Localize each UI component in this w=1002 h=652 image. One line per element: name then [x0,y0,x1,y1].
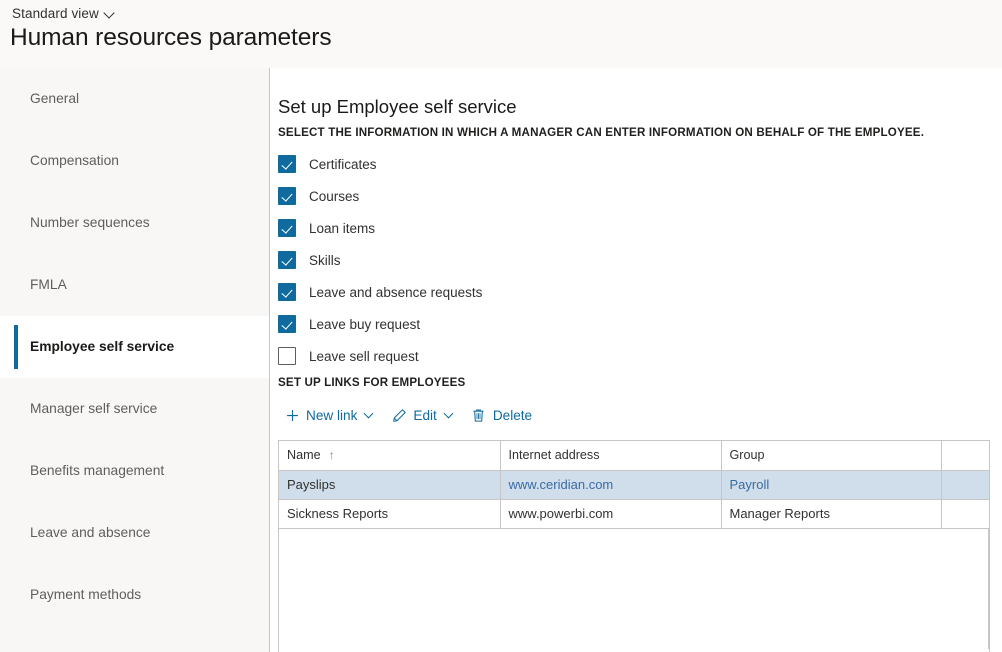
sidebar-item-label: FMLA [30,278,67,292]
checkbox-label: Loan items [309,221,375,236]
cell-internet-address[interactable]: www.powerbi.com [500,499,721,528]
checkbox-label: Leave and absence requests [309,285,482,300]
trash-icon [471,407,487,423]
cell-group[interactable]: Payroll [721,470,941,499]
new-link-button[interactable]: New link [276,403,383,427]
edit-label: Edit [413,408,436,423]
cell-spacer [941,470,989,499]
checkbox-row-leave-sell-request[interactable]: Leave sell request [278,340,778,372]
grid-empty-space [279,529,989,649]
section-title: Set up Employee self service [278,96,517,118]
sidebar-item-compensation[interactable]: Compensation [0,130,269,192]
grid-toolbar: New link Edit [276,400,540,430]
column-header-label: Name [287,448,321,462]
sidebar-item-label: Compensation [30,154,119,168]
sidebar-nav: General Compensation Number sequences FM… [0,68,270,652]
checkbox-list: Certificates Courses Loan items Skills L… [278,148,778,372]
sort-ascending-icon: ↑ [329,449,335,461]
sidebar-item-payment-methods[interactable]: Payment methods [0,564,269,626]
main-panel: Set up Employee self service SELECT THE … [270,68,1002,652]
checkbox-row-leave-and-absence-requests[interactable]: Leave and absence requests [278,276,778,308]
checkbox-row-skills[interactable]: Skills [278,244,778,276]
column-header-spacer [941,441,989,470]
checkbox-row-loan-items[interactable]: Loan items [278,212,778,244]
cell-spacer [941,499,989,528]
sidebar-item-label: Manager self service [30,402,157,416]
checkbox-label: Leave sell request [309,349,419,364]
column-header-name[interactable]: Name ↑ [279,441,500,470]
sidebar-item-label: Leave and absence [30,526,150,540]
content-area: General Compensation Number sequences FM… [0,68,1002,652]
chevron-down-icon [445,410,455,420]
edit-button[interactable]: Edit [383,403,462,427]
sidebar-item-label: Number sequences [30,216,150,230]
sidebar-item-manager-self-service[interactable]: Manager self service [0,378,269,440]
sidebar-item-label: Benefits management [30,464,164,478]
plus-icon [284,407,300,423]
links-group-label: SET UP LINKS FOR EMPLOYEES [278,376,465,389]
sidebar-item-label: Payment methods [30,588,141,602]
checkbox-icon[interactable] [278,155,296,173]
table-row[interactable]: Payslips www.ceridian.com Payroll [279,470,989,499]
view-selector-label: Standard view [12,6,99,21]
cell-name[interactable]: Sickness Reports [279,499,500,528]
table-row[interactable]: Sickness Reports www.powerbi.com Manager… [279,499,989,528]
links-table: Name ↑ Internet address Group Payslips ww… [279,441,989,529]
cell-group[interactable]: Manager Reports [721,499,941,528]
checkbox-icon[interactable] [278,315,296,333]
sidebar-item-leave-and-absence[interactable]: Leave and absence [0,502,269,564]
checkbox-label: Skills [309,253,341,268]
table-header-row: Name ↑ Internet address Group [279,441,989,470]
sidebar-item-number-sequences[interactable]: Number sequences [0,192,269,254]
checkbox-icon[interactable] [278,219,296,237]
chevron-down-icon [365,410,375,420]
checkbox-label: Leave buy request [309,317,420,332]
delete-button[interactable]: Delete [463,403,540,427]
data-grid: Name ↑ Internet address Group Payslips ww… [278,440,990,652]
checkbox-group-label: SELECT THE INFORMATION IN WHICH A MANAGE… [278,126,924,139]
chevron-down-icon [105,8,116,19]
checkbox-row-leave-buy-request[interactable]: Leave buy request [278,308,778,340]
checkbox-label: Certificates [309,157,377,172]
sidebar-item-employee-self-service[interactable]: Employee self service [0,316,269,378]
sidebar-item-general[interactable]: General [0,68,269,130]
checkbox-label: Courses [309,189,359,204]
column-header-group[interactable]: Group [721,441,941,470]
checkbox-icon[interactable] [278,347,296,365]
cell-name[interactable]: Payslips [279,470,500,499]
checkbox-row-certificates[interactable]: Certificates [278,148,778,180]
app-header: Standard view Human resources parameters [0,0,1002,68]
delete-label: Delete [493,408,532,423]
checkbox-icon[interactable] [278,187,296,205]
pencil-icon [391,407,407,423]
view-selector-dropdown[interactable]: Standard view [10,4,118,23]
sidebar-item-benefits-management[interactable]: Benefits management [0,440,269,502]
group-link[interactable]: Payroll [730,477,770,492]
sidebar-item-fmla[interactable]: FMLA [0,254,269,316]
internet-address-link[interactable]: www.ceridian.com [509,477,614,492]
page-title: Human resources parameters [10,24,331,52]
sidebar-item-label: Employee self service [30,340,174,354]
checkbox-icon[interactable] [278,283,296,301]
checkbox-row-courses[interactable]: Courses [278,180,778,212]
column-header-internet-address[interactable]: Internet address [500,441,721,470]
cell-internet-address[interactable]: www.ceridian.com [500,470,721,499]
checkbox-icon[interactable] [278,251,296,269]
sidebar-item-label: General [30,92,79,106]
new-link-label: New link [306,408,357,423]
